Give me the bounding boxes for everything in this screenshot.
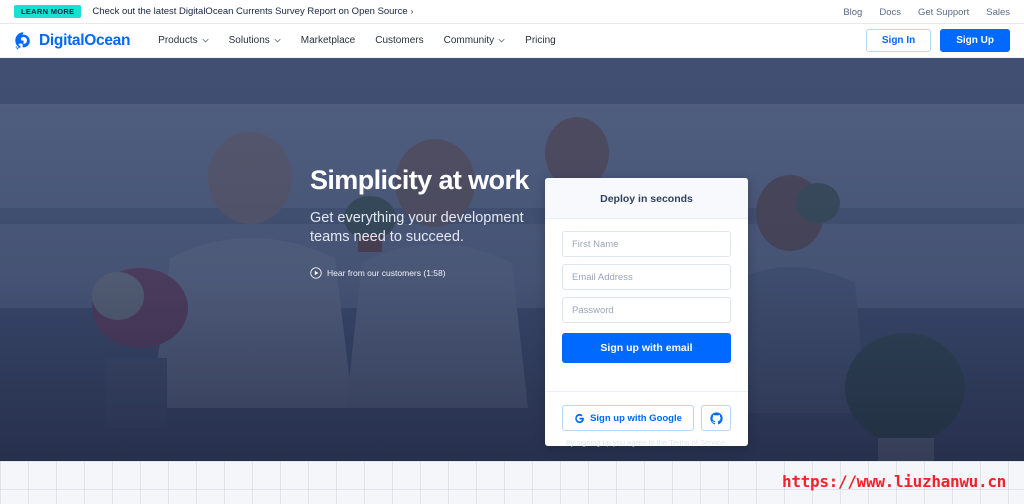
sign-up-with-github-button[interactable] [701,405,731,431]
email-input[interactable] [562,264,731,290]
digitalocean-logo[interactable]: DigitalOcean [14,31,130,50]
nav-label-solutions: Solutions [228,35,270,46]
nav-links: Products Solutions Marketplace Customers… [158,35,556,46]
nav-label-products: Products [158,35,198,46]
hero-content: Simplicity at work Get everything your d… [0,58,1024,461]
github-icon [709,411,723,424]
nav-item-marketplace[interactable]: Marketplace [301,35,355,46]
hero-copy: Simplicity at work Get everything your d… [310,165,540,279]
nav-item-solutions[interactable]: Solutions [229,35,281,46]
hero-section: Simplicity at work Get everything your d… [0,58,1024,461]
chevron-right-icon: › [410,6,414,16]
nav-item-products[interactable]: Products [158,35,209,46]
announcement-bar: LEARN MORE Check out the latest DigitalO… [0,0,1024,24]
logo-wordmark: DigitalOcean [39,31,131,49]
google-button-label: Sign up with Google [590,412,682,424]
nav-actions: Sign In Sign Up [865,29,1010,52]
chevron-down-icon [498,38,505,43]
utility-link-sales[interactable]: Sales [986,7,1010,18]
announcement-message: Check out the latest DigitalOcean Curren… [92,6,408,17]
utility-links: Blog Docs Get Support Sales [843,0,1010,24]
signup-card-header: Deploy in seconds [545,178,748,219]
chevron-down-icon [202,38,209,43]
google-g-icon [575,413,584,423]
digitalocean-droplet-icon [15,32,30,50]
play-circle-icon [310,267,322,279]
nav-label-marketplace: Marketplace [300,35,356,46]
sign-up-button[interactable]: Sign Up [940,29,1010,52]
signup-card-body: Sign up with email [545,219,748,377]
sign-up-with-email-button[interactable]: Sign up with email [562,333,731,363]
nav-item-pricing[interactable]: Pricing [525,35,556,46]
hero-video-link[interactable]: Hear from our customers (1:58) [310,267,540,279]
sign-up-with-google-button[interactable]: Sign up with Google [562,405,694,431]
signup-card-title: Deploy in seconds [600,193,693,205]
announcement-text[interactable]: Check out the latest DigitalOcean Curren… [92,6,413,17]
nav-label-customers: Customers [375,35,424,46]
nav-item-customers[interactable]: Customers [375,35,423,46]
chevron-down-icon [274,38,281,43]
learn-more-badge[interactable]: LEARN MORE [14,5,82,18]
utility-link-docs[interactable]: Docs [879,7,901,18]
utility-link-blog[interactable]: Blog [843,7,862,18]
password-input[interactable] [562,297,731,323]
nav-label-community: Community [443,35,495,46]
main-navbar: DigitalOcean Products Solutions Marketpl… [0,24,1024,58]
nav-label-pricing: Pricing [525,35,556,46]
signup-card: Deploy in seconds Sign up with email Sig… [545,178,748,446]
utility-link-get-support[interactable]: Get Support [918,7,969,18]
first-name-input[interactable] [562,231,731,257]
hero-video-label: Hear from our customers (1:58) [327,267,446,278]
hero-subtitle: Get everything your development teams ne… [310,209,524,246]
hero-title: Simplicity at work [310,165,529,195]
page-root: LEARN MORE Check out the latest DigitalO… [0,0,1024,504]
sign-in-button[interactable]: Sign In [865,29,932,52]
watermark-url: https://www.liuzhanwu.cn [782,472,1006,491]
signup-terms-text[interactable]: By signing up you agree to the Terms of … [545,438,748,447]
nav-item-community[interactable]: Community [444,35,506,46]
